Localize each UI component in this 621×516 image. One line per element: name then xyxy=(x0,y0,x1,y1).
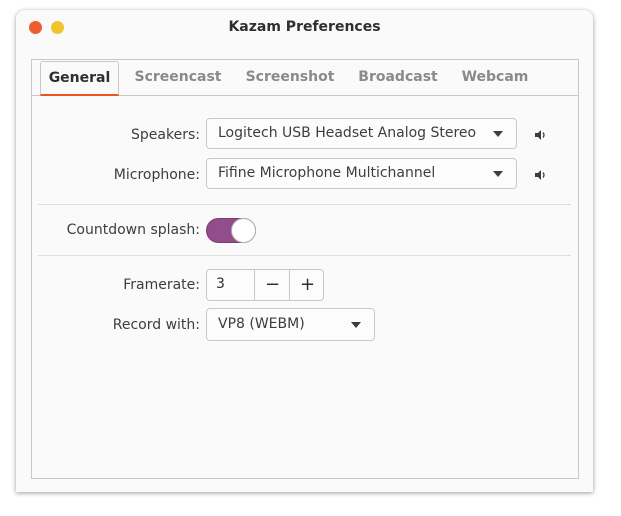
tab-general[interactable]: General xyxy=(40,61,119,96)
speaker-icon[interactable] xyxy=(533,128,547,142)
preferences-window: Kazam Preferences General Screencast Scr… xyxy=(16,10,593,492)
record-with-label: Record with: xyxy=(112,317,200,333)
chevron-down-icon xyxy=(493,171,503,177)
toggle-knob xyxy=(231,218,256,243)
tab-screenshot[interactable]: Screenshot xyxy=(242,61,338,94)
chevron-down-icon xyxy=(351,322,361,328)
increment-button[interactable]: + xyxy=(289,270,325,300)
title-bar[interactable]: Kazam Preferences xyxy=(16,10,593,46)
notebook: General Screencast Screenshot Broadcast … xyxy=(31,59,579,479)
framerate-spinner[interactable]: 3 − + xyxy=(206,269,324,301)
separator xyxy=(38,204,571,205)
tab-screencast[interactable]: Screencast xyxy=(132,61,224,94)
separator xyxy=(38,255,571,256)
speakers-dropdown[interactable]: Logitech USB Headset Analog Stereo xyxy=(206,118,517,149)
framerate-label: Framerate: xyxy=(123,277,200,293)
microphone-dropdown[interactable]: Fifine Microphone Multichannel xyxy=(206,158,517,189)
tab-broadcast[interactable]: Broadcast xyxy=(355,61,441,94)
record-with-value: VP8 (WEBM) xyxy=(218,316,305,332)
record-with-dropdown[interactable]: VP8 (WEBM) xyxy=(206,308,375,341)
tab-webcam[interactable]: Webcam xyxy=(458,61,532,94)
countdown-splash-toggle[interactable] xyxy=(206,218,256,243)
speakers-value: Logitech USB Headset Analog Stereo xyxy=(218,125,477,141)
microphone-value: Fifine Microphone Multichannel xyxy=(218,165,436,181)
countdown-splash-label: Countdown splash: xyxy=(66,222,200,238)
microphone-label: Microphone: xyxy=(113,167,200,183)
framerate-value[interactable]: 3 xyxy=(216,276,225,292)
speakers-label: Speakers: xyxy=(131,127,200,143)
tab-bar: General Screencast Screenshot Broadcast … xyxy=(32,60,578,96)
chevron-down-icon xyxy=(493,131,503,137)
window-title: Kazam Preferences xyxy=(228,19,381,35)
speaker-icon[interactable] xyxy=(533,168,547,182)
decrement-button[interactable]: − xyxy=(254,270,290,300)
